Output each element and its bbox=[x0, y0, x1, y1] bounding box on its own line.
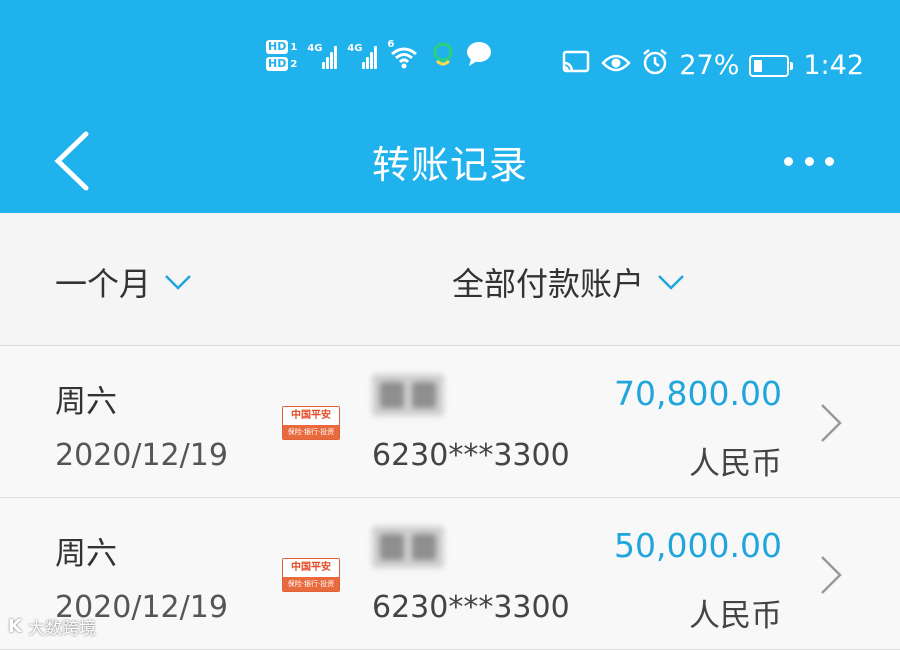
message-icon bbox=[465, 41, 493, 71]
currency-label: 人民币 bbox=[689, 598, 782, 634]
hd-label: HD bbox=[266, 40, 289, 54]
bank-logo-sub: 保险·银行·投资 bbox=[283, 425, 339, 439]
chevron-right-icon bbox=[818, 401, 844, 449]
more-options-button[interactable] bbox=[784, 150, 834, 172]
page-title: 转账记录 bbox=[371, 143, 528, 187]
dot-icon bbox=[804, 156, 814, 166]
alarm-icon bbox=[641, 48, 669, 83]
wifi-label: 6 bbox=[387, 38, 395, 50]
hd-indicator-2: HD 2 bbox=[266, 57, 297, 71]
account-filter-label: 全部付款账户 bbox=[452, 265, 645, 303]
transfer-record-row[interactable]: 周六 2020/12/19 中国平安 保险·银行·投资 6230***3300 … bbox=[0, 498, 900, 650]
chevron-right-icon bbox=[818, 553, 844, 601]
chevron-down-icon bbox=[656, 273, 686, 291]
watermark: K 大数跨境 bbox=[8, 614, 96, 639]
call-service-icon bbox=[431, 41, 455, 71]
transfer-record-row[interactable]: 周六 2020/12/19 中国平安 保险·银行·投资 6230***3300 … bbox=[0, 346, 900, 498]
bank-logo-icon: 中国平安 保险·银行·投资 bbox=[282, 406, 340, 440]
hd-label: HD bbox=[266, 57, 289, 71]
sim-label-1: 1 bbox=[290, 41, 298, 53]
signal-icon-1: 4G bbox=[307, 42, 338, 69]
record-weekday: 周六 bbox=[55, 536, 117, 572]
period-filter-dropdown[interactable]: 一个月 bbox=[55, 259, 193, 305]
period-filter-label: 一个月 bbox=[55, 265, 152, 303]
payee-name-blurred bbox=[372, 374, 444, 416]
dot-icon bbox=[825, 156, 834, 166]
dot-icon bbox=[784, 156, 793, 166]
filter-bar: 一个月 全部付款账户 bbox=[0, 213, 900, 346]
bank-logo-text: 中国平安 bbox=[283, 559, 339, 577]
watermark-logo-icon: K bbox=[8, 616, 22, 637]
bank-logo-icon: 中国平安 保险·银行·投资 bbox=[282, 558, 340, 592]
bank-logo-text: 中国平安 bbox=[283, 407, 339, 425]
cast-icon bbox=[561, 49, 591, 82]
sim-label-2: 2 bbox=[290, 58, 298, 70]
clock: 1:42 bbox=[803, 50, 864, 81]
network-type-1: 4G bbox=[307, 42, 323, 54]
watermark-text: 大数跨境 bbox=[27, 619, 96, 639]
battery-icon bbox=[749, 54, 794, 77]
record-date: 2020/12/19 bbox=[55, 438, 228, 473]
wifi-icon: 6 bbox=[387, 39, 421, 69]
payee-account: 6230***3300 bbox=[372, 438, 570, 473]
account-filter-dropdown[interactable]: 全部付款账户 bbox=[452, 259, 686, 305]
status-bar-right: 27% 1:42 bbox=[561, 48, 864, 83]
hd-indicator-1: HD 1 bbox=[266, 40, 297, 54]
battery-percent: 27% bbox=[679, 50, 740, 81]
transfer-amount: 70,800.00 bbox=[614, 374, 782, 413]
hd-indicators: HD 1 HD 2 bbox=[266, 40, 297, 71]
network-type-2: 4G bbox=[347, 42, 363, 54]
payee-account: 6230***3300 bbox=[372, 590, 570, 625]
payee-name-blurred bbox=[372, 526, 444, 568]
transfer-amount: 50,000.00 bbox=[614, 526, 782, 565]
bank-logo-sub: 保险·银行·投资 bbox=[283, 577, 339, 591]
signal-icon-2: 4G bbox=[347, 42, 378, 69]
app-header: HD 1 HD 2 4G 4G 6 27% 1:42 转账记录 bbox=[0, 0, 900, 213]
record-weekday: 周六 bbox=[55, 384, 117, 420]
chevron-down-icon bbox=[163, 273, 193, 291]
eye-icon bbox=[601, 50, 632, 81]
status-bar-left: HD 1 HD 2 4G 4G 6 bbox=[266, 39, 493, 71]
currency-label: 人民币 bbox=[689, 446, 782, 482]
